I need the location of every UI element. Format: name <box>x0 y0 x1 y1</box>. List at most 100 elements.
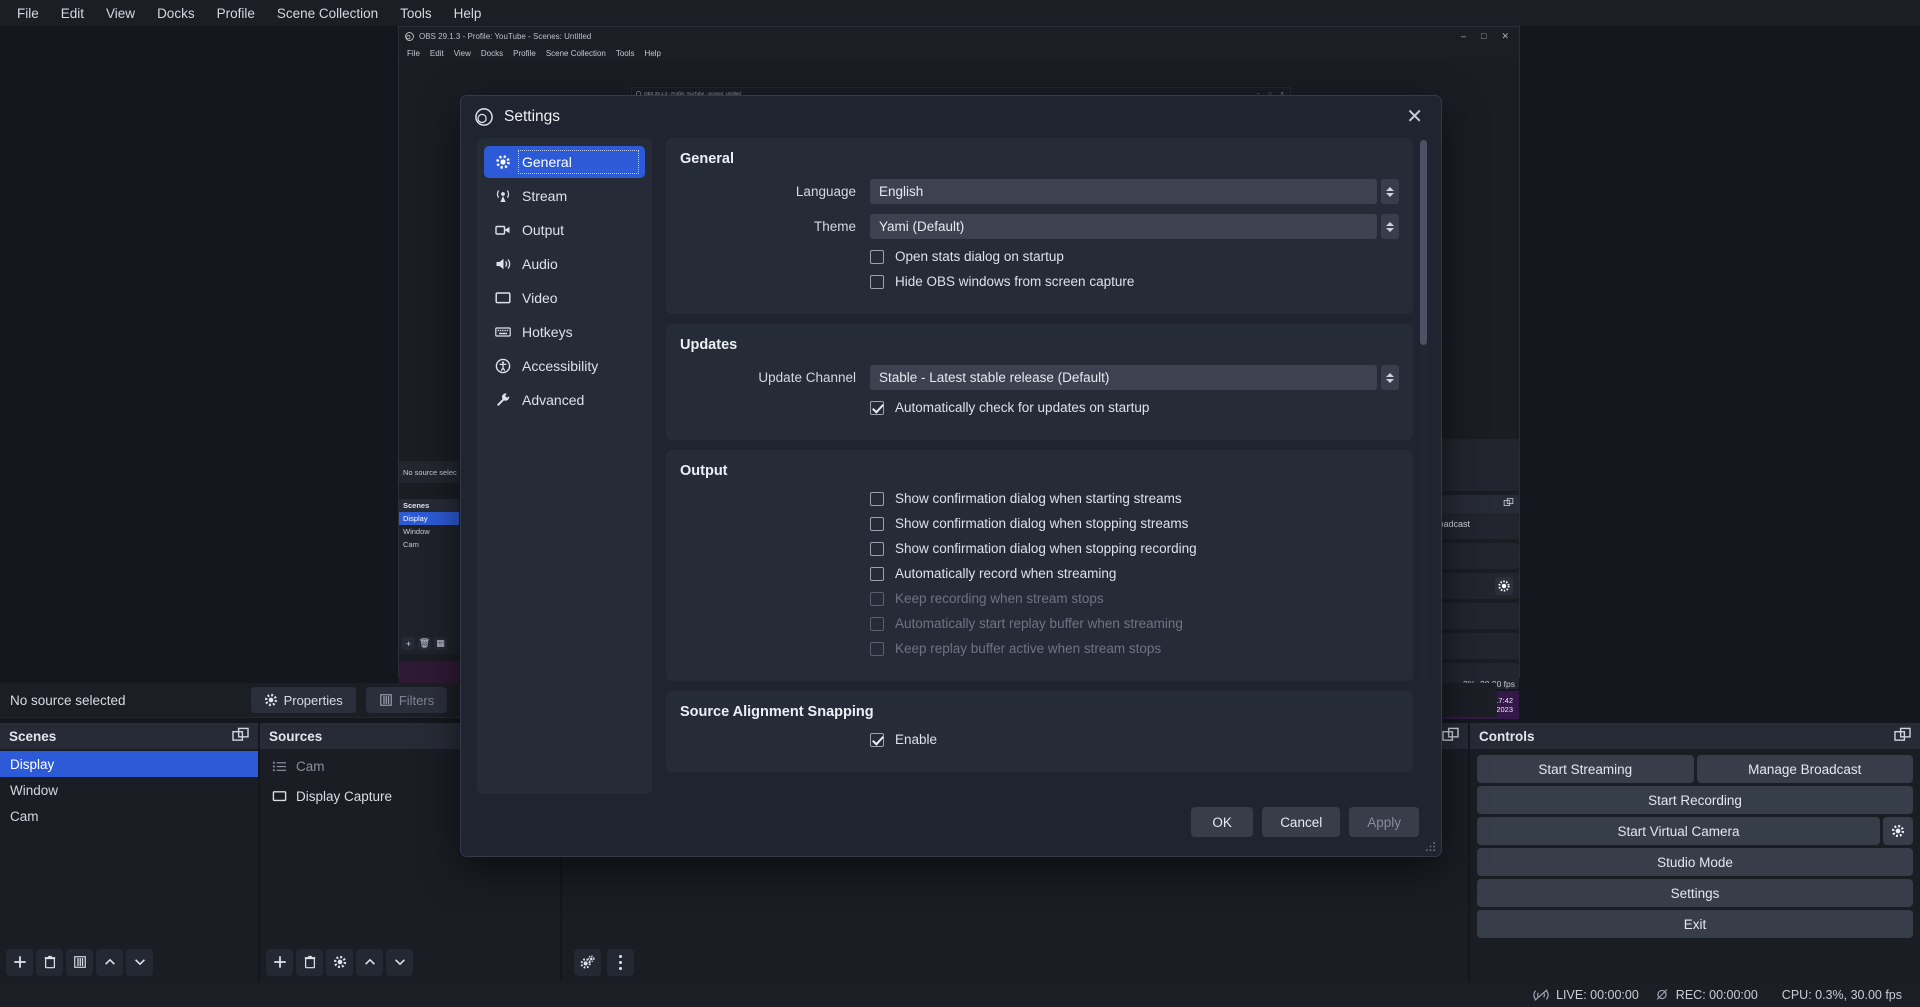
checkbox-enable[interactable] <box>870 733 884 747</box>
checkbox-label: Show confirmation dialog when stopping s… <box>895 516 1188 531</box>
settings-nav-item-stream[interactable]: Stream <box>484 180 645 212</box>
select-stepper[interactable] <box>1381 365 1399 390</box>
move-source-up-button[interactable] <box>356 949 383 976</box>
source-properties-button[interactable] <box>326 949 353 976</box>
menu-item-view[interactable]: View <box>454 49 471 58</box>
main-menubar[interactable]: FileEditViewDocksProfileScene Collection… <box>0 0 1920 26</box>
apply-button[interactable]: Apply <box>1349 807 1419 837</box>
settings-checkbox-row[interactable]: Show confirmation dialog when stopping s… <box>680 516 1399 531</box>
menu-item-docks[interactable]: Docks <box>481 49 503 58</box>
checkbox-hide-obs-windows-from-screen-capture[interactable] <box>870 275 884 289</box>
menu-item-help[interactable]: Help <box>645 49 661 58</box>
menu-item-file[interactable]: File <box>407 49 420 58</box>
move-scene-up-button[interactable] <box>96 949 123 976</box>
ok-button[interactable]: OK <box>1191 807 1253 837</box>
settings-field-row: ThemeYami (Default) <box>680 214 1399 239</box>
settings-nav-item-general[interactable]: General <box>484 146 645 178</box>
settings-nav-item-video[interactable]: Video <box>484 282 645 314</box>
settings-nav-item-accessibility[interactable]: Accessibility <box>484 350 645 382</box>
close-icon[interactable]: ✕ <box>1400 104 1429 130</box>
properties-button[interactable]: Properties <box>251 687 356 713</box>
settings-checkbox-row[interactable]: Show confirmation dialog when stopping r… <box>680 541 1399 556</box>
float-dock-icon[interactable] <box>1442 727 1459 745</box>
checkbox-label: Show confirmation dialog when starting s… <box>895 491 1182 506</box>
move-scene-down-button[interactable] <box>126 949 153 976</box>
scene-list-item[interactable]: Display <box>0 751 258 777</box>
scrollbar-thumb[interactable] <box>1420 140 1427 345</box>
remove-scene-button[interactable] <box>36 949 63 976</box>
move-source-down-button[interactable] <box>386 949 413 976</box>
add-scene-button[interactable] <box>6 949 33 976</box>
sources-dock-title: Sources <box>269 729 322 744</box>
exit-button[interactable]: Exit <box>1477 910 1913 938</box>
manage-broadcast-button[interactable]: Manage Broadcast <box>1697 755 1914 783</box>
virtual-camera-config-button[interactable] <box>1883 817 1913 845</box>
settings-checkbox-row[interactable]: Show confirmation dialog when starting s… <box>680 491 1399 506</box>
remove-source-button[interactable] <box>296 949 323 976</box>
menu-item-help[interactable]: Help <box>443 3 493 24</box>
settings-nav[interactable]: GeneralStreamOutputAudioVideoHotkeysAcce… <box>477 138 652 794</box>
menu-item-view[interactable]: View <box>95 3 146 24</box>
settings-scrollbar[interactable] <box>1420 140 1427 680</box>
no-source-selected-label: No source selected <box>10 693 126 708</box>
checkbox-label: Keep replay buffer active when stream st… <box>895 641 1161 656</box>
settings-nav-item-output[interactable]: Output <box>484 214 645 246</box>
settings-nav-item-audio[interactable]: Audio <box>484 248 645 280</box>
settings-nav-item-advanced[interactable]: Advanced <box>484 384 645 416</box>
menu-item-edit[interactable]: Edit <box>50 3 95 24</box>
checkbox-open-stats-dialog-on-startup[interactable] <box>870 250 884 264</box>
menu-item-profile[interactable]: Profile <box>513 49 536 58</box>
theme-select[interactable]: Yami (Default) <box>870 214 1377 239</box>
menu-item-profile[interactable]: Profile <box>206 3 266 24</box>
settings-nav-item-hotkeys[interactable]: Hotkeys <box>484 316 645 348</box>
audio-settings-button[interactable] <box>574 949 601 976</box>
menu-item-scene-collection[interactable]: Scene Collection <box>546 49 606 58</box>
language-select[interactable]: English <box>870 179 1377 204</box>
audio-mixer-toolbar[interactable] <box>562 942 1468 982</box>
scene-list-item[interactable]: Window <box>0 777 258 803</box>
menu-item-tools[interactable]: Tools <box>389 3 443 24</box>
monitor-icon <box>272 789 287 804</box>
sources-toolbar[interactable] <box>260 942 560 982</box>
settings-checkbox-row[interactable]: Automatically check for updates on start… <box>680 400 1399 415</box>
checkbox-automatically-check-for-updates-on-startup[interactable] <box>870 401 884 415</box>
checkbox-show-confirmation-dialog-when-starting-streams[interactable] <box>870 492 884 506</box>
settings-checkbox-row[interactable]: Enable <box>680 732 1399 747</box>
checkbox-automatically-start-replay-buffer-when-streaming <box>870 617 884 631</box>
filters-button[interactable]: Filters <box>366 687 447 713</box>
checkbox-show-confirmation-dialog-when-stopping-streams[interactable] <box>870 517 884 531</box>
scenes-dock-header: Scenes <box>0 723 258 749</box>
resize-grip-icon[interactable] <box>1425 841 1436 852</box>
scenes-toolbar[interactable] <box>0 942 258 982</box>
checkbox-automatically-record-when-streaming[interactable] <box>870 567 884 581</box>
add-source-button[interactable] <box>266 949 293 976</box>
select-stepper[interactable] <box>1381 214 1399 239</box>
settings-checkbox-row[interactable]: Hide OBS windows from screen capture <box>680 274 1399 289</box>
menu-item-tools[interactable]: Tools <box>616 49 635 58</box>
float-dock-icon[interactable] <box>232 727 249 745</box>
cancel-button[interactable]: Cancel <box>1262 807 1340 837</box>
scenes-list[interactable]: DisplayWindowCam <box>0 749 258 829</box>
start-streaming-button[interactable]: Start Streaming <box>1477 755 1694 783</box>
settings-checkbox-row[interactable]: Open stats dialog on startup <box>680 249 1399 264</box>
checkbox-show-confirmation-dialog-when-stopping-recording[interactable] <box>870 542 884 556</box>
select-stepper[interactable] <box>1381 179 1399 204</box>
menu-item-file[interactable]: File <box>6 3 50 24</box>
checkbox-label: Enable <box>895 732 937 747</box>
float-dock-icon[interactable] <box>1894 727 1911 745</box>
start-virtual-camera-button[interactable]: Start Virtual Camera <box>1477 817 1880 845</box>
settings-checkbox-row[interactable]: Automatically record when streaming <box>680 566 1399 581</box>
rec-status: REC: 00:00:00 <box>1655 988 1758 1002</box>
audio-menu-button[interactable] <box>607 949 634 976</box>
update-channel-select[interactable]: Stable - Latest stable release (Default) <box>870 365 1377 390</box>
menu-item-edit[interactable]: Edit <box>430 49 444 58</box>
start-recording-button[interactable]: Start Recording <box>1477 786 1913 814</box>
menu-item-docks[interactable]: Docks <box>146 3 206 24</box>
scene-filters-button[interactable] <box>66 949 93 976</box>
scene-list-item[interactable]: Cam <box>0 803 258 829</box>
studio-mode-button[interactable]: Studio Mode <box>1477 848 1913 876</box>
checkbox-label: Hide OBS windows from screen capture <box>895 274 1134 289</box>
nested-scenes-dock: Scenes Display Window Cam + 🗑 ▦ <box>399 499 459 654</box>
menu-item-scene-collection[interactable]: Scene Collection <box>266 3 389 24</box>
settings-button[interactable]: Settings <box>1477 879 1913 907</box>
